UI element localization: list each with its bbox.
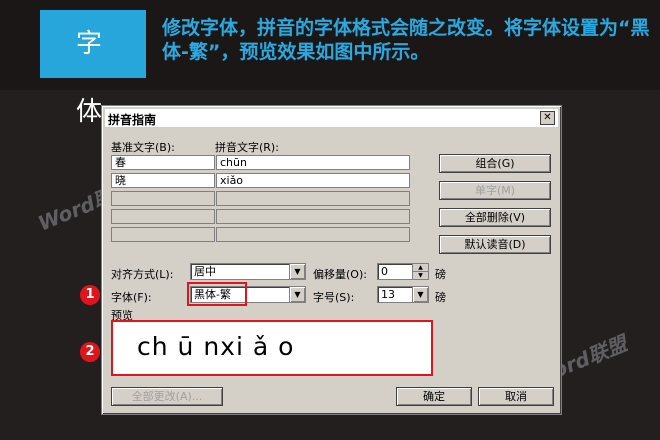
alignment-value: 居中: [194, 265, 216, 278]
section-tag: 字 体: [40, 10, 146, 127]
pinyin-text-cell: [216, 191, 410, 206]
pinyin-text-label: 拼音文字(R):: [215, 141, 279, 154]
instruction-headline: 修改字体，拼音的字体格式会随之改变。将字体设置为“黑体-繁”，预览效果如图中所示…: [162, 17, 650, 63]
offset-spinner[interactable]: 0 ▲ ▼: [377, 263, 429, 280]
pinyin-text-cell: [216, 209, 410, 224]
step-marker-2: 2: [80, 342, 100, 362]
base-text-cell[interactable]: 晓: [111, 173, 215, 188]
size-unit: 磅: [435, 291, 446, 304]
default-reading-button[interactable]: 默认读音(D): [439, 235, 551, 254]
preview-text: ch ū nxi ǎ o: [137, 332, 295, 361]
chevron-down-icon[interactable]: ▼: [412, 287, 428, 302]
size-label: 字号(S):: [313, 291, 355, 304]
cancel-button[interactable]: 取消: [478, 387, 554, 406]
dialog-title: 拼音指南: [108, 113, 157, 127]
step-marker-1: 1: [80, 285, 100, 305]
size-value: 13: [381, 288, 395, 301]
size-select[interactable]: 13 ▼: [377, 286, 429, 303]
offset-label: 偏移量(O):: [313, 268, 367, 281]
dialog-titlebar[interactable]: 拼音指南 ✕: [105, 109, 558, 128]
pinyin-text-cell[interactable]: chūn: [216, 155, 410, 170]
base-text-cell: [111, 191, 215, 206]
ok-button[interactable]: 确定: [396, 387, 472, 406]
pinyin-text-cell[interactable]: xiǎo: [216, 173, 410, 188]
tutorial-banner: 字 体 修改字体，拼音的字体格式会随之改变。将字体设置为“黑体-繁”，预览效果如…: [0, 0, 660, 127]
chevron-down-icon[interactable]: ▼: [289, 264, 305, 279]
preview-box: ch ū nxi ǎ o: [111, 320, 433, 376]
single-char-button[interactable]: 单字(M): [439, 181, 551, 200]
base-text-cell: [111, 209, 215, 224]
alignment-label: 对齐方式(L):: [111, 268, 174, 281]
phonetic-guide-dialog: 拼音指南 ✕ 基准文字(B): 拼音文字(R): 春 chūn 晓 xiǎo 组…: [101, 105, 562, 415]
alignment-select[interactable]: 居中 ▼: [190, 263, 306, 280]
close-icon[interactable]: ✕: [540, 111, 555, 125]
offset-unit: 磅: [435, 268, 446, 281]
base-text-cell: [111, 227, 215, 242]
spinner-arrows-icon[interactable]: ▲ ▼: [412, 264, 428, 280]
offset-value: 0: [381, 265, 388, 278]
pinyin-text-cell: [216, 227, 410, 242]
base-text-label: 基准文字(B):: [111, 141, 175, 154]
combine-button[interactable]: 组合(G): [439, 154, 551, 173]
delete-all-button[interactable]: 全部删除(V): [439, 208, 551, 227]
base-text-cell[interactable]: 春: [111, 155, 215, 170]
font-highlight-box: [187, 282, 247, 306]
font-label: 字体(F):: [111, 291, 152, 304]
change-all-button[interactable]: 全部更改(A)...: [111, 387, 223, 406]
chevron-down-icon[interactable]: ▼: [289, 287, 305, 302]
